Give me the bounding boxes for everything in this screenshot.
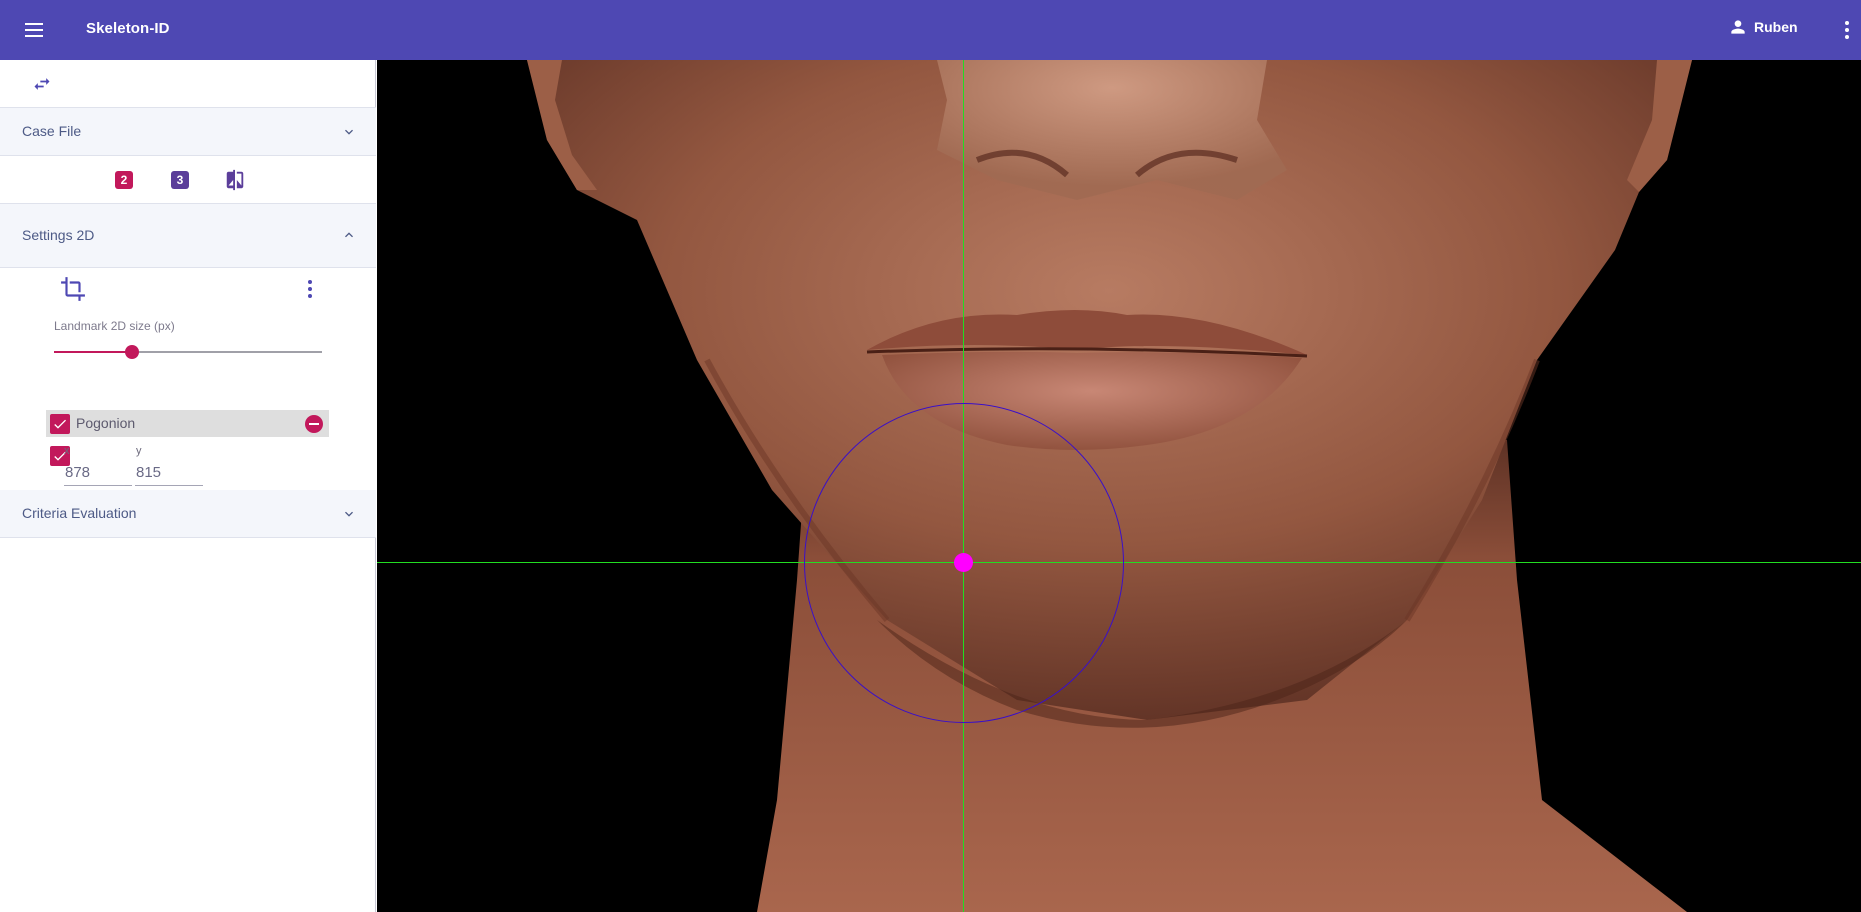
criteria-label: Criteria Evaluation	[22, 505, 137, 521]
pogonion-landmark-point[interactable]	[954, 553, 973, 572]
x-coordinate-input[interactable]	[64, 460, 132, 486]
settings-more-icon[interactable]	[305, 278, 315, 300]
chevron-down-icon	[345, 129, 353, 135]
image-viewport[interactable]	[377, 60, 1861, 912]
crop-icon[interactable]	[60, 276, 86, 302]
y-coordinate-label: y	[136, 445, 142, 457]
landmark-visible-checkbox[interactable]	[50, 414, 70, 434]
sidebar: Case File 2 3 Settings 2D Landmark 2D si…	[0, 60, 376, 912]
chevron-up-icon	[345, 232, 353, 238]
landmark-row-pogonion[interactable]: Pogonion	[46, 410, 329, 437]
mode-toolbar: 2 3	[0, 156, 376, 204]
mode-3d-button[interactable]: 3	[169, 168, 191, 192]
x-coordinate-label: x	[64, 445, 70, 457]
face-photo	[527, 60, 1692, 912]
landmark-size-slider[interactable]	[54, 344, 322, 360]
landmark-size-label: Landmark 2D size (px)	[54, 319, 175, 333]
remove-landmark-icon[interactable]	[305, 415, 323, 433]
criteria-panel-header[interactable]: Criteria Evaluation	[0, 490, 376, 538]
settings-2d-label: Settings 2D	[22, 227, 95, 243]
user-menu[interactable]: Ruben	[1728, 17, 1798, 37]
looks-two-icon: 2	[115, 171, 133, 189]
mode-2d-button[interactable]: 2	[113, 168, 135, 192]
settings-2d-panel: Landmark 2D size (px)	[0, 268, 376, 490]
slider-fill	[54, 351, 132, 353]
case-file-panel-header[interactable]: Case File	[0, 108, 376, 156]
looks-three-icon: 3	[171, 171, 189, 189]
y-coordinate-input[interactable]	[135, 460, 203, 486]
chevron-down-icon	[345, 511, 353, 517]
swap-row	[0, 60, 376, 108]
swap-horizontal-icon[interactable]	[31, 74, 53, 94]
menu-icon[interactable]	[22, 18, 46, 42]
app-toolbar: Skeleton-ID Ruben	[0, 0, 1861, 60]
case-file-label: Case File	[22, 123, 82, 139]
more-vert-icon[interactable]	[1842, 18, 1852, 42]
check-icon	[54, 419, 66, 429]
settings-2d-panel-header[interactable]: Settings 2D	[0, 204, 376, 268]
person-icon	[1731, 20, 1745, 34]
compare-mode-button[interactable]	[224, 168, 246, 192]
landmark-name: Pogonion	[76, 415, 136, 431]
slider-thumb[interactable]	[124, 345, 139, 359]
compare-icon	[226, 169, 244, 191]
user-name: Ruben	[1754, 19, 1798, 35]
app-title: Skeleton-ID	[86, 20, 170, 37]
